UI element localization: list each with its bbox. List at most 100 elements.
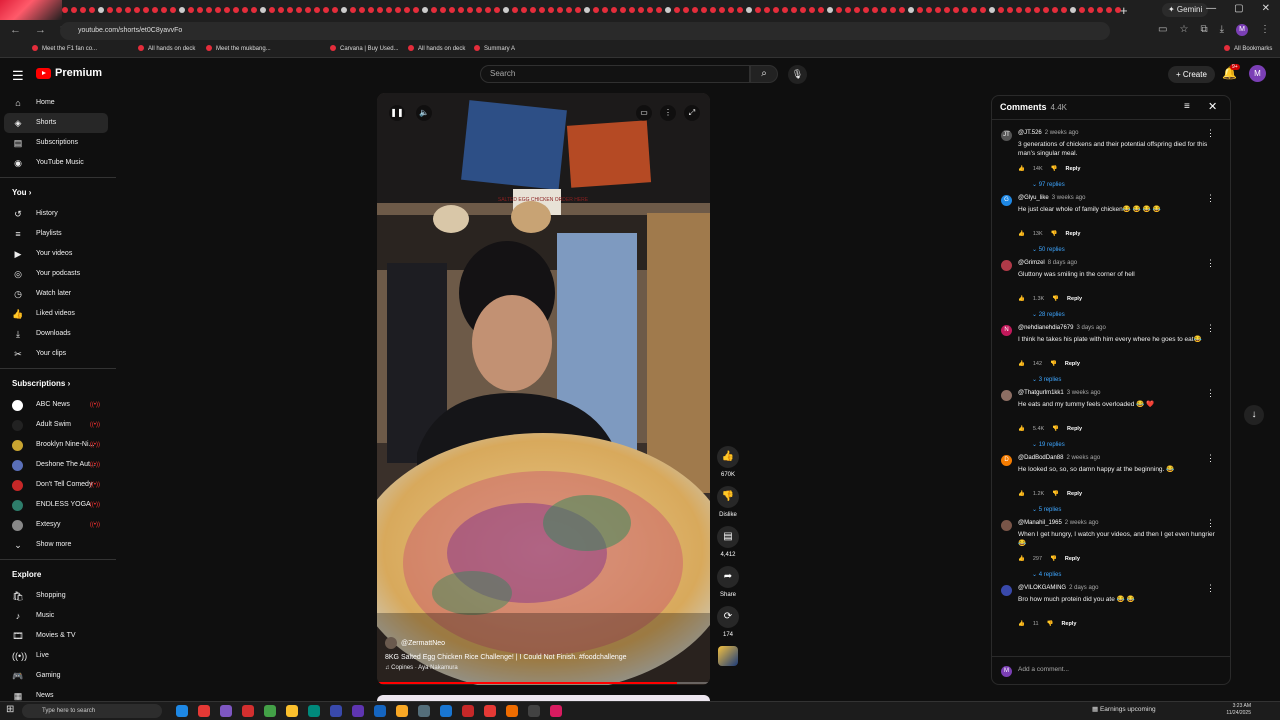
create-button[interactable]: + Create	[1168, 66, 1215, 83]
sidebar-item-music[interactable]: ♪ Music	[0, 606, 120, 626]
like-icon[interactable]: 👍	[1018, 491, 1025, 497]
taskbar-search-input[interactable]: Type here to search	[22, 704, 162, 718]
sidebar-item-home[interactable]: ⌂ Home	[0, 93, 120, 113]
dislike-button[interactable]: 👎 Dislike	[716, 486, 740, 518]
dislike-icon[interactable]: 👎	[1052, 491, 1059, 497]
tab-favicon[interactable]	[503, 7, 509, 13]
tab-favicon[interactable]	[152, 7, 158, 13]
tab-favicon[interactable]	[296, 7, 302, 13]
opera-icon[interactable]	[242, 705, 254, 717]
tab-favicon[interactable]	[998, 7, 1004, 13]
tab-favicon[interactable]	[1061, 7, 1067, 13]
tab-favicon[interactable]	[98, 7, 104, 13]
reply-button[interactable]: Reply	[1067, 491, 1082, 497]
tab-favicon[interactable]	[863, 7, 869, 13]
tab-favicon[interactable]	[404, 7, 410, 13]
comment-menu-icon[interactable]: ⋮	[1206, 388, 1215, 399]
commenter-avatar[interactable]	[1001, 585, 1012, 596]
sidebar-item-your-videos[interactable]: ▶ Your videos	[0, 244, 120, 264]
windows-start-icon[interactable]: ⊞	[6, 704, 14, 715]
more-options-icon[interactable]: ⋮	[660, 105, 676, 121]
share-button[interactable]: ➦ Share	[716, 566, 740, 598]
tab-favicon[interactable]	[728, 7, 734, 13]
channel-row[interactable]: @ZermattNeo	[385, 637, 705, 649]
comment-author[interactable]: @Thatgurlm1kk1	[1018, 390, 1064, 396]
settings-icon[interactable]	[418, 705, 430, 717]
tab-favicon[interactable]	[782, 7, 788, 13]
edge-icon[interactable]	[176, 705, 188, 717]
comment-list[interactable]: JT @JT.526 2 weeks ago ⋮ 3 generations of ch…	[992, 122, 1230, 654]
tab-favicon[interactable]	[845, 7, 851, 13]
tab-favicon[interactable]	[602, 7, 608, 13]
tab-favicon[interactable]	[71, 7, 77, 13]
fullscreen-icon[interactable]: ⤢	[684, 105, 700, 121]
tab-favicon[interactable]	[395, 7, 401, 13]
subscriptions-heading[interactable]: Subscriptions ›	[0, 373, 120, 395]
tab-favicon[interactable]	[539, 7, 545, 13]
tab-favicon[interactable]	[638, 7, 644, 13]
comment-author[interactable]: @DadBodDan88	[1018, 455, 1063, 461]
show-more-button[interactable]: ⌄ Show more	[0, 535, 120, 555]
tab-favicon[interactable]	[665, 7, 671, 13]
tab-favicon[interactable]	[206, 7, 212, 13]
gemini-button[interactable]: ✦ Gemini	[1162, 3, 1209, 17]
tab-favicon[interactable]	[188, 7, 194, 13]
tab-favicon[interactable]	[107, 7, 113, 13]
youtube-logo[interactable]: Premium	[36, 67, 102, 79]
user-avatar[interactable]: M	[1249, 65, 1266, 82]
tab-favicon[interactable]	[1088, 7, 1094, 13]
tab-favicon[interactable]	[1106, 7, 1112, 13]
tab-list[interactable]	[62, 5, 1122, 15]
tab-favicon[interactable]	[944, 7, 950, 13]
tab-favicon[interactable]	[611, 7, 617, 13]
tab-favicon[interactable]	[242, 7, 248, 13]
bookmark-item[interactable]: Meet the F1 fan co...	[32, 45, 97, 52]
comment-menu-icon[interactable]: ⋮	[1206, 128, 1215, 139]
tab-favicon[interactable]	[737, 7, 743, 13]
reply-button[interactable]: Reply	[1061, 621, 1076, 627]
volume-icon[interactable]: 🔈	[416, 105, 432, 121]
bookmark-star-icon[interactable]: ☆	[1179, 24, 1188, 36]
dislike-icon[interactable]: 👎	[1047, 621, 1054, 627]
tab-favicon[interactable]	[161, 7, 167, 13]
tab-favicon[interactable]	[764, 7, 770, 13]
sidebar-item-movies-tv[interactable]: 🎞 Movies & TV	[0, 626, 120, 646]
commenter-avatar[interactable]	[1001, 520, 1012, 531]
app-icon[interactable]	[462, 705, 474, 717]
tab-favicon[interactable]	[881, 7, 887, 13]
microphone-icon[interactable]: 🎙	[788, 65, 807, 84]
url-field[interactable]: youtube.com/shorts/et0C8yavvFo	[60, 22, 1110, 40]
tab-favicon[interactable]	[917, 7, 923, 13]
tab-favicon[interactable]	[836, 7, 842, 13]
tab-favicon[interactable]	[701, 7, 707, 13]
comment-menu-icon[interactable]: ⋮	[1206, 193, 1215, 204]
earnings-widget[interactable]: ▦ Earnings upcoming	[1092, 705, 1156, 713]
tab-favicon[interactable]	[260, 7, 266, 13]
outlook-icon[interactable]	[374, 705, 386, 717]
tab-favicon[interactable]	[584, 7, 590, 13]
comment-time[interactable]: 3 weeks ago	[1067, 390, 1101, 396]
comment-author[interactable]: @Manahil_1965	[1018, 520, 1062, 526]
tab-favicon[interactable]	[800, 7, 806, 13]
tab-favicon[interactable]	[359, 7, 365, 13]
tab-favicon[interactable]	[773, 7, 779, 13]
app-icon[interactable]	[484, 705, 496, 717]
tab-favicon[interactable]	[215, 7, 221, 13]
sidebar-item-live[interactable]: ((•)) Live	[0, 646, 120, 666]
sidebar-item-subscriptions[interactable]: ▤ Subscriptions	[0, 133, 120, 153]
comment-menu-icon[interactable]: ⋮	[1206, 258, 1215, 269]
tab-favicon[interactable]	[269, 7, 275, 13]
tab-favicon[interactable]	[494, 7, 500, 13]
you-heading[interactable]: You ›	[0, 182, 120, 204]
tab-favicon[interactable]	[683, 7, 689, 13]
tab-favicon[interactable]	[116, 7, 122, 13]
dislike-icon[interactable]: 👎	[1052, 296, 1059, 302]
tab-favicon[interactable]	[332, 7, 338, 13]
add-comment-input[interactable]: Add a comment...	[1018, 666, 1069, 673]
forward-icon[interactable]: →	[35, 24, 46, 37]
bookmark-item[interactable]: Summary A	[474, 45, 515, 52]
downloads-icon[interactable]: ⤓	[1220, 24, 1224, 36]
bookmark-item[interactable]: All hands on deck	[138, 45, 195, 52]
app-icon[interactable]	[550, 705, 562, 717]
tab-favicon[interactable]	[89, 7, 95, 13]
